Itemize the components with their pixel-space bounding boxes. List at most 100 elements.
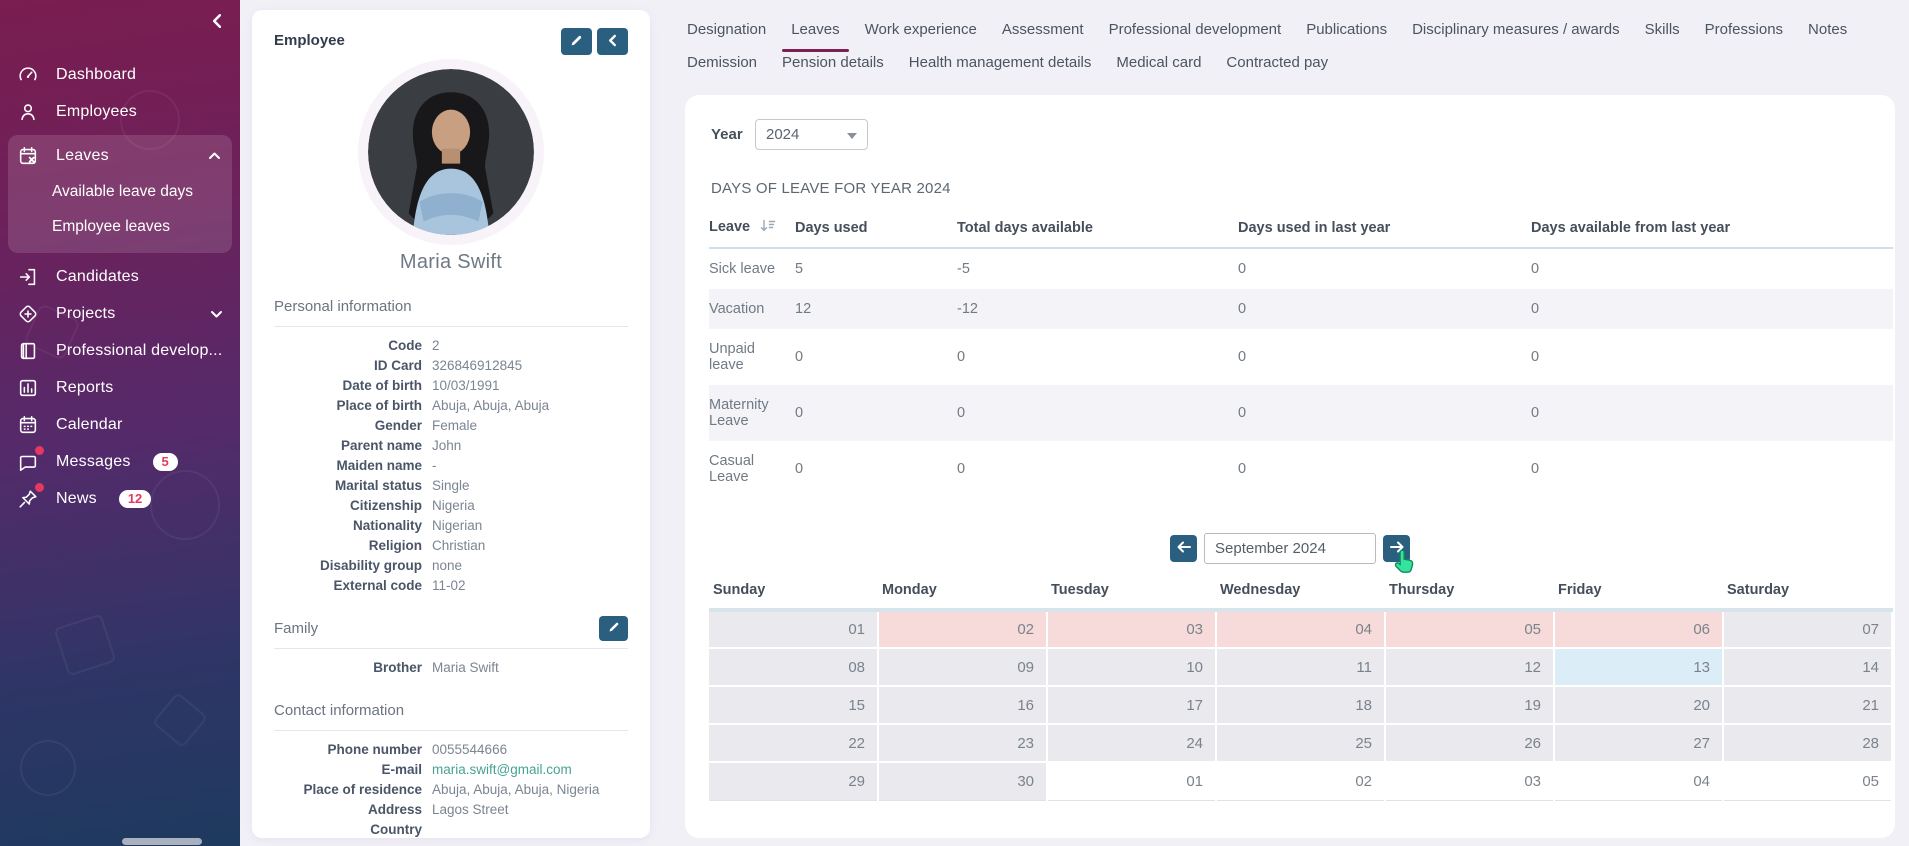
- sidebar-item-news[interactable]: News12: [0, 480, 240, 517]
- tab-pension-details[interactable]: Pension details: [782, 54, 884, 75]
- calendar-day-cell[interactable]: 29: [709, 762, 878, 800]
- calendar-day-cell[interactable]: 17: [1047, 686, 1216, 724]
- section-title: Family: [274, 620, 318, 637]
- calendar-day-cell[interactable]: 12: [1385, 648, 1554, 686]
- tab-professional-development[interactable]: Professional development: [1109, 21, 1282, 42]
- weekday-header-friday: Friday: [1554, 578, 1723, 610]
- calendar-day-cell[interactable]: 04: [1554, 762, 1723, 800]
- sidebar-item-reports[interactable]: Reports: [0, 369, 240, 406]
- section-divider: [274, 730, 628, 731]
- calendar-day-cell[interactable]: 14: [1723, 648, 1892, 686]
- year-select[interactable]: 2024: [755, 119, 868, 150]
- calendar-day-cell[interactable]: 01: [709, 610, 878, 648]
- sidebar-item-employees[interactable]: Employees: [0, 93, 240, 130]
- calendar-day-cell[interactable]: 24: [1047, 724, 1216, 762]
- calendar-day-cell[interactable]: 16: [878, 686, 1047, 724]
- tab-work-experience[interactable]: Work experience: [865, 21, 977, 42]
- calendar-day-cell[interactable]: 22: [709, 724, 878, 762]
- leave-value-cell: 0: [795, 329, 957, 385]
- calendar-day-cell[interactable]: 08: [709, 648, 878, 686]
- calendar-day-cell[interactable]: 02: [1216, 762, 1385, 800]
- calendar-day-cell[interactable]: 23: [878, 724, 1047, 762]
- calendar-day-cell[interactable]: 03: [1047, 610, 1216, 648]
- email-link[interactable]: maria.swift@gmail.com: [432, 760, 572, 780]
- weekday-header-saturday: Saturday: [1723, 578, 1892, 610]
- calendar-day-cell[interactable]: 05: [1385, 610, 1554, 648]
- column-header-days-used[interactable]: Days used: [795, 209, 957, 248]
- calendar-day-cell[interactable]: 15: [709, 686, 878, 724]
- leave-days-table: LeaveDays usedTotal days availableDays u…: [709, 209, 1893, 497]
- news-icon: [16, 487, 40, 511]
- calendar-day-cell[interactable]: 04: [1216, 610, 1385, 648]
- calendar-day-cell[interactable]: 18: [1216, 686, 1385, 724]
- tab-disciplinary-measures-awards[interactable]: Disciplinary measures / awards: [1412, 21, 1620, 42]
- leave-type-cell: Vacation: [709, 289, 795, 329]
- sort-icon[interactable]: [760, 219, 776, 236]
- tab-skills[interactable]: Skills: [1645, 21, 1680, 42]
- tab-demission[interactable]: Demission: [687, 54, 757, 75]
- weekday-header-wednesday: Wednesday: [1216, 578, 1385, 610]
- tab-medical-card[interactable]: Medical card: [1116, 54, 1201, 75]
- calendar-week-row: 22232425262728: [709, 724, 1892, 762]
- sidebar-subitem-employee-leaves[interactable]: Employee leaves: [8, 209, 232, 244]
- leave-row-sick-leave: Sick leave5-500: [709, 248, 1893, 289]
- tab-notes[interactable]: Notes: [1808, 21, 1847, 42]
- tab-contracted-pay[interactable]: Contracted pay: [1226, 54, 1328, 75]
- tab-health-management-details[interactable]: Health management details: [909, 54, 1092, 75]
- horizontal-scrollbar-thumb[interactable]: [122, 838, 202, 845]
- sidebar-collapse-icon[interactable]: [206, 10, 228, 32]
- calendar-day-cell[interactable]: 30: [878, 762, 1047, 800]
- calendar-day-cell[interactable]: 25: [1216, 724, 1385, 762]
- calendar-day-cell[interactable]: 03: [1385, 762, 1554, 800]
- leave-value-cell: 0: [957, 385, 1238, 441]
- tab-assessment[interactable]: Assessment: [1002, 21, 1084, 42]
- edit-employee-button[interactable]: [561, 28, 592, 55]
- sidebar-item-label: Leaves: [56, 147, 109, 165]
- sidebar-item-messages[interactable]: Messages5: [0, 443, 240, 480]
- candidates-icon: [16, 265, 40, 289]
- sidebar-item-professional-develop[interactable]: Professional develop...: [0, 332, 240, 369]
- month-input[interactable]: [1204, 533, 1376, 564]
- calendar-day-cell[interactable]: 02: [878, 610, 1047, 648]
- column-header-total-days-available[interactable]: Total days available: [957, 209, 1238, 248]
- calendar-day-cell[interactable]: 11: [1216, 648, 1385, 686]
- sidebar-subitem-available-leave-days[interactable]: Available leave days: [8, 174, 232, 209]
- calendar-day-cell[interactable]: 01: [1047, 762, 1216, 800]
- leave-type-cell: Sick leave: [709, 248, 795, 289]
- column-header-leave[interactable]: Leave: [709, 209, 795, 248]
- calendar-day-cell[interactable]: 06: [1554, 610, 1723, 648]
- tab-publications[interactable]: Publications: [1306, 21, 1387, 42]
- calendar-day-cell[interactable]: 26: [1385, 724, 1554, 762]
- calendar-day-cell[interactable]: 07: [1723, 610, 1892, 648]
- tab-professions[interactable]: Professions: [1705, 21, 1783, 42]
- column-header-days-used-in-last-year[interactable]: Days used in last year: [1238, 209, 1531, 248]
- calendar-day-cell[interactable]: 27: [1554, 724, 1723, 762]
- info-label: Marital status: [274, 476, 422, 496]
- calendar-day-cell[interactable]: 20: [1554, 686, 1723, 724]
- sidebar-item-calendar[interactable]: Calendar: [0, 406, 240, 443]
- sidebar-item-dashboard[interactable]: Dashboard: [0, 56, 240, 93]
- leave-value-cell: 0: [1238, 329, 1531, 385]
- info-row-brother: BrotherMaria Swift: [274, 658, 628, 678]
- tab-leaves[interactable]: Leaves: [791, 21, 839, 42]
- calendar-day-cell[interactable]: 21: [1723, 686, 1892, 724]
- collapse-panel-button[interactable]: [597, 28, 628, 55]
- sidebar-item-projects[interactable]: Projects: [0, 295, 240, 332]
- sidebar-item-candidates[interactable]: Candidates: [0, 258, 240, 295]
- column-header-days-available-from-last-year[interactable]: Days available from last year: [1531, 209, 1893, 248]
- employee-sections: Personal informationCode2ID Card32684691…: [274, 294, 628, 840]
- calendar-day-cell[interactable]: 28: [1723, 724, 1892, 762]
- sidebar-item-leaves[interactable]: Leaves: [8, 137, 232, 174]
- tab-designation[interactable]: Designation: [687, 21, 766, 42]
- calendar-day-cell[interactable]: 13: [1554, 648, 1723, 686]
- sidebar-item-label: Calendar: [56, 416, 123, 434]
- info-label: E-mail: [274, 760, 422, 780]
- calendar-day-cell[interactable]: 05: [1723, 762, 1892, 800]
- info-label: Nationality: [274, 516, 422, 536]
- prev-month-button[interactable]: [1170, 535, 1197, 562]
- calendar-day-cell[interactable]: 19: [1385, 686, 1554, 724]
- calendar-day-cell[interactable]: 10: [1047, 648, 1216, 686]
- calendar-week-row: 01020304050607: [709, 610, 1892, 648]
- calendar-day-cell[interactable]: 09: [878, 648, 1047, 686]
- edit-family-button[interactable]: [599, 616, 628, 641]
